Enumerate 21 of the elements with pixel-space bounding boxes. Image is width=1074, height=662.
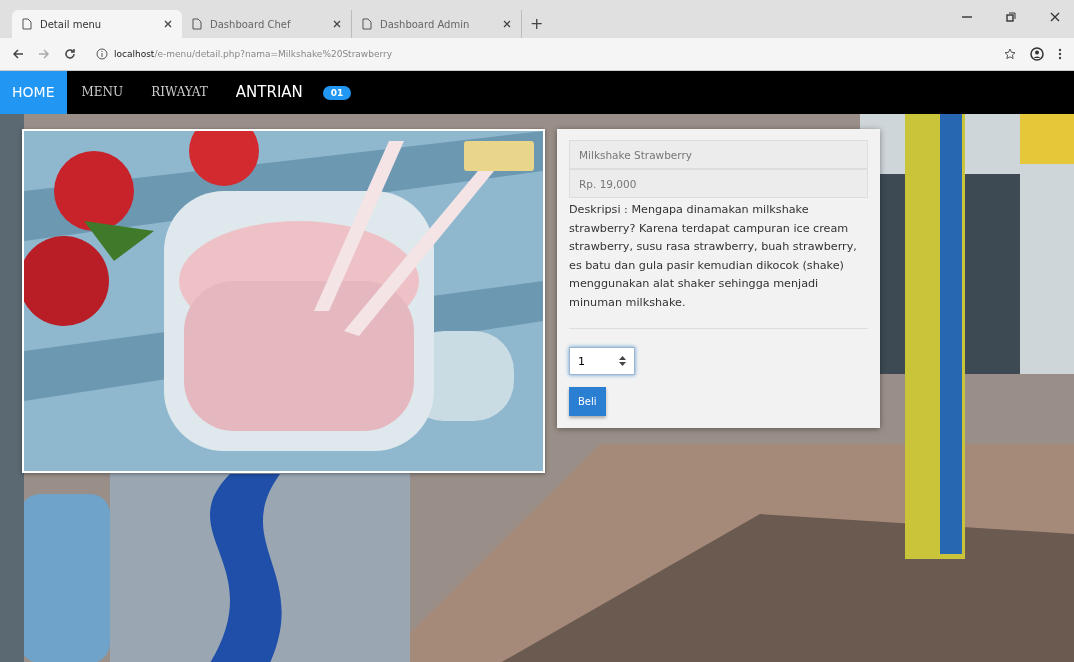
nav-link[interactable]: RIWAYAT	[137, 71, 222, 114]
more-icon[interactable]	[1058, 48, 1062, 60]
back-icon[interactable]	[12, 48, 24, 60]
url-text: localhost/e-menu/detail.php?nama=Milkshake%20Strawberry	[114, 49, 393, 59]
reload-icon[interactable]	[64, 48, 76, 60]
restore-icon[interactable]	[1006, 12, 1016, 22]
nav-link[interactable]: ANTRIAN	[221, 71, 317, 114]
new-tab-button[interactable]: +	[522, 14, 552, 38]
close-icon[interactable]	[333, 20, 341, 28]
info-icon	[96, 48, 108, 60]
nav-link[interactable]: MENU	[67, 71, 138, 114]
close-icon[interactable]	[503, 20, 511, 28]
page-icon	[362, 18, 372, 30]
page-icon	[192, 18, 202, 30]
count-badge: 01	[322, 85, 352, 100]
account-icon[interactable]	[1030, 47, 1044, 61]
star-icon[interactable]	[1004, 48, 1016, 60]
browser-tab[interactable]: Detail menu	[12, 10, 182, 38]
close-icon[interactable]	[1050, 12, 1060, 22]
close-icon[interactable]	[164, 20, 172, 28]
page-icon	[22, 18, 32, 30]
